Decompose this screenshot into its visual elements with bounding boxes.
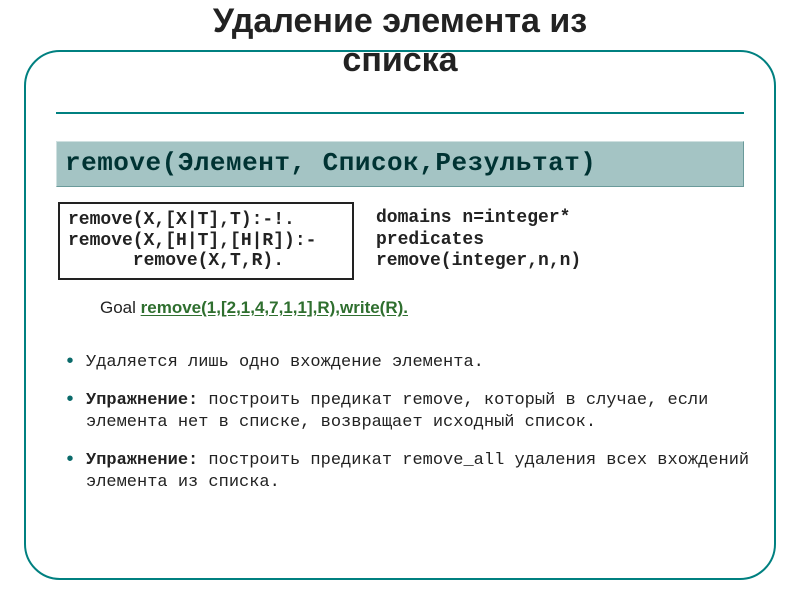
code-line-2: remove(X,[H|T],[H|R]):-: [68, 231, 316, 251]
list-item: Удаляется лишь одно вхождение элемента.: [58, 352, 758, 374]
domains-line-2: predicates: [376, 230, 484, 250]
predicate-signature-text: remove(Элемент, Список,Результат): [65, 148, 596, 178]
goal-label: Goal: [100, 298, 141, 317]
bullet-2-label: Упражнение:: [86, 391, 198, 410]
domains-block: domains n=integer* predicates remove(int…: [376, 208, 581, 273]
predicate-signature-bar: remove(Элемент, Список,Результат): [56, 141, 744, 187]
title-divider: [56, 112, 744, 114]
code-line-3: remove(X,T,R).: [68, 251, 284, 271]
bullet-1-text: Удаляется лишь одно вхождение элемента.: [86, 353, 484, 372]
code-line-1: remove(X,[X|T],T):-!.: [68, 210, 295, 230]
domains-line-1: domains n=integer*: [376, 208, 570, 228]
bullet-3-label: Упражнение:: [86, 451, 198, 470]
goal-line: Goal remove(1,[2,1,4,7,1,1],R),write(R).: [100, 298, 408, 318]
bullet-list: Удаляется лишь одно вхождение элемента. …: [58, 352, 758, 510]
list-item: Упражнение: построить предикат remove, к…: [58, 390, 758, 434]
goal-code: remove(1,[2,1,4,7,1,1],R),write(R).: [141, 298, 408, 317]
code-definition-box: remove(X,[X|T],T):-!. remove(X,[H|T],[H|…: [58, 202, 354, 280]
list-item: Упражнение: построить предикат remove_al…: [58, 450, 758, 494]
title-line-1: Удаление элемента из: [213, 2, 587, 40]
domains-line-3: remove(integer,n,n): [376, 251, 581, 271]
